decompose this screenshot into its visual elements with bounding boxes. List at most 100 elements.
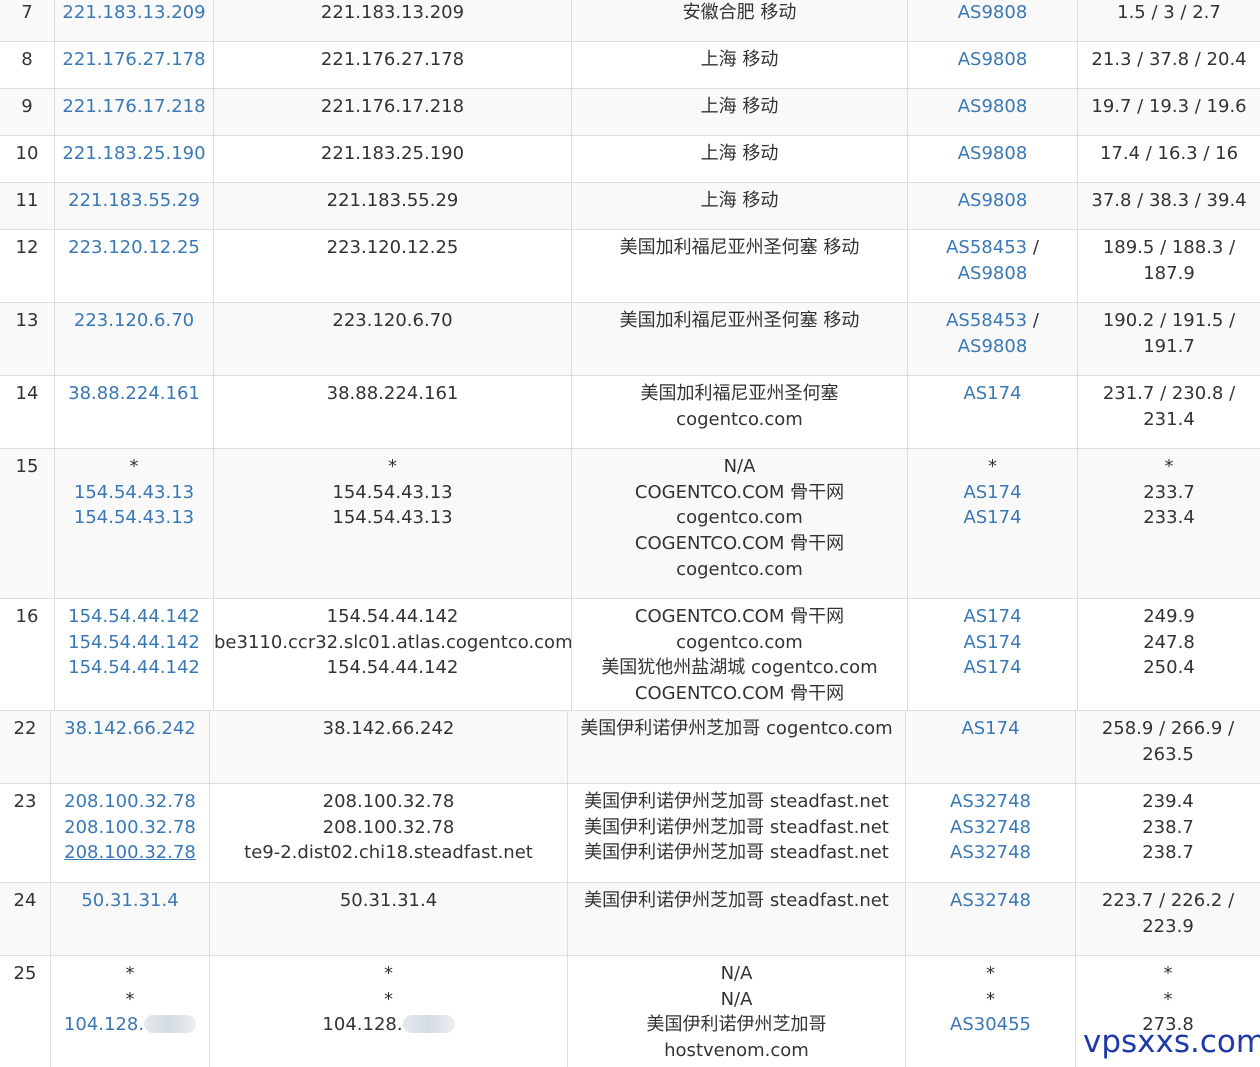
latency-cell: 231.7 / 230.8 / 231.4 [1077, 376, 1260, 448]
geo-text: COGENTCO.COM 骨干网 [634, 683, 845, 705]
latency-cell: 223.7 / 226.2 / 223.9 [1075, 883, 1260, 955]
latency-text: 21.3 / 37.8 / 20.4 [1091, 49, 1247, 70]
ip-link[interactable]: 154.54.44.142 [55, 655, 213, 681]
geo-text: 上海 移动 [700, 143, 779, 164]
asn-link[interactable]: AS58453 / [908, 308, 1077, 334]
geo-text: 美国伊利诺伊州芝加哥 steadfast.net [584, 890, 889, 911]
asn-link[interactable]: AS174 [908, 630, 1077, 656]
asn-link-text[interactable]: AS58453 [946, 310, 1027, 331]
hop-number-text: 14 [15, 383, 39, 404]
latency-text: 190.2 / 191.5 / [1102, 310, 1236, 331]
ip-link[interactable]: 38.88.224.161 [55, 381, 213, 407]
asn-link[interactable]: AS174 [908, 655, 1077, 681]
hostname-cell: 38.142.66.242 [209, 711, 567, 783]
latency-text: 223.9 [1142, 915, 1194, 937]
ip-link[interactable]: 208.100.32.78 [51, 789, 209, 815]
asn-link[interactable]: AS32748 [906, 789, 1075, 815]
asn-cell: AS32748 [905, 883, 1075, 955]
ip-link[interactable]: 38.142.66.242 [51, 716, 209, 742]
asn-link[interactable]: AS58453 / [908, 235, 1077, 261]
asn-link[interactable]: AS9808 [908, 0, 1077, 26]
host-text: 221.176.17.218 [320, 96, 465, 117]
hop-row: 11 221.183.55.29 221.183.55.29 上海 移动 AS9808 3… [0, 182, 1260, 229]
hop-number: 10 [0, 136, 54, 182]
asn-link[interactable]: AS174 [908, 505, 1077, 531]
ip-link[interactable]: 154.54.44.142 [55, 604, 213, 630]
geo-text: 上海 移动 [700, 190, 779, 211]
asn-link[interactable]: AS32748 [906, 840, 1075, 866]
ip-link[interactable]: 221.183.13.209 [55, 0, 213, 26]
hop-row: 22 38.142.66.242 38.142.66.242 美国伊利诺伊州芝加哥 c… [0, 710, 1260, 783]
geo-text: 美国伊利诺伊州芝加哥 steadfast.net [584, 791, 889, 812]
redaction-blur [402, 1015, 455, 1034]
host-text: 223.120.6.70 [332, 310, 453, 331]
latency-cell: 1.5 / 3 / 2.7 [1077, 0, 1260, 41]
ip-link[interactable]: 154.54.44.142 [55, 630, 213, 656]
hop-row: 25 * * 104.128. * * 104.128. N/A N/A 美国伊利诺伊州芝加哥 ho… [0, 955, 1260, 1067]
asn-link[interactable]: AS9808 [908, 188, 1077, 214]
asn-link[interactable]: AS174 [908, 604, 1077, 630]
location-cell: 美国伊利诺伊州芝加哥 cogentco.com [567, 711, 905, 783]
asn-cell: AS9808 [907, 89, 1077, 135]
asn-cell: AS9808 [907, 0, 1077, 41]
location-cell: N/A COGENTCO.COM 骨干网 cogentco.com COGENTCO.… [571, 449, 907, 598]
redaction-blur [144, 1015, 197, 1034]
asn-link[interactable]: AS9808 [908, 261, 1077, 287]
ip-link[interactable]: 104.128. [51, 1012, 209, 1038]
ip-link[interactable]: 208.100.32.78 [51, 815, 209, 841]
hop-number-text: 24 [13, 890, 37, 911]
ip-link[interactable]: 154.54.43.13 [55, 480, 213, 506]
asn-link[interactable]: AS9808 [908, 94, 1077, 120]
host-text: te9-2.dist02.chi18.steadfast.net [244, 842, 533, 864]
ip-link[interactable]: 208.100.32.78 [51, 840, 209, 866]
ip-link[interactable]: 221.176.27.178 [55, 47, 213, 73]
asn-link[interactable]: AS32748 [906, 888, 1075, 914]
host-text: 154.54.44.142 [326, 657, 459, 679]
ip-link[interactable]: 154.54.43.13 [55, 505, 213, 531]
hop-number: 7 [0, 0, 54, 41]
asn-link-text[interactable]: AS58453 [946, 237, 1027, 258]
ip-cell: * * 104.128. [50, 956, 209, 1067]
ip-text: * [125, 963, 135, 984]
asn-link[interactable]: AS32748 [906, 815, 1075, 841]
ip-link[interactable]: 223.120.6.70 [55, 308, 213, 334]
latency-text: 231.7 / 230.8 / [1102, 383, 1236, 404]
geo-text: COGENTCO.COM 骨干网 [634, 533, 845, 555]
ip-link[interactable]: 223.120.12.25 [55, 235, 213, 261]
geo-text: 美国犹他州盐湖城 cogentco.com [601, 657, 878, 679]
asn-link[interactable]: AS174 [906, 716, 1075, 742]
ip-link[interactable]: 221.176.17.218 [55, 94, 213, 120]
ip-cell: 221.183.13.209 [54, 0, 213, 41]
latency-text: 189.5 / 188.3 / [1102, 237, 1236, 258]
asn-link[interactable]: AS9808 [908, 47, 1077, 73]
latency-cell: 258.9 / 266.9 / 263.5 [1075, 711, 1260, 783]
hop-number-text: 7 [21, 2, 33, 23]
host-text: 221.183.25.190 [320, 143, 465, 164]
asn-link[interactable]: AS30455 [906, 1012, 1075, 1038]
location-cell: 上海 移动 [571, 89, 907, 135]
ip-link[interactable]: 50.31.31.4 [51, 888, 209, 914]
hop-number: 22 [0, 711, 50, 783]
hop-row: 24 50.31.31.4 50.31.31.4 美国伊利诺伊州芝加哥 steadfa… [0, 882, 1260, 955]
asn-link[interactable]: AS9808 [908, 334, 1077, 360]
ip-cell: 223.120.12.25 [54, 230, 213, 302]
latency-text: * [1164, 456, 1174, 477]
asn-link[interactable]: AS174 [908, 480, 1077, 506]
ip-cell: 223.120.6.70 [54, 303, 213, 375]
hop-number-text: 11 [15, 190, 39, 211]
latency-text: * [1163, 988, 1173, 1010]
ip-link[interactable]: 221.183.25.190 [55, 141, 213, 167]
latency-text: 239.4 [1142, 791, 1194, 812]
asn-link[interactable]: AS174 [908, 381, 1077, 407]
asn-link[interactable]: AS9808 [908, 141, 1077, 167]
ip-cell: * 154.54.43.13 154.54.43.13 [54, 449, 213, 598]
ip-link[interactable]: 221.183.55.29 [55, 188, 213, 214]
host-text: be3110.ccr32.slc01.atlas.cogentco.com [214, 631, 573, 653]
latency-text: 250.4 [1143, 657, 1195, 679]
hop-row: 12 223.120.12.25 223.120.12.25 美国加利福尼亚州圣何塞 … [0, 229, 1260, 302]
geo-text: COGENTCO.COM 骨干网 [634, 606, 845, 627]
asn-cell: AS174 [905, 711, 1075, 783]
hop-number-text: 25 [13, 963, 37, 984]
latency-text: 191.7 [1143, 335, 1195, 357]
host-text: 154.54.43.13 [332, 507, 453, 529]
